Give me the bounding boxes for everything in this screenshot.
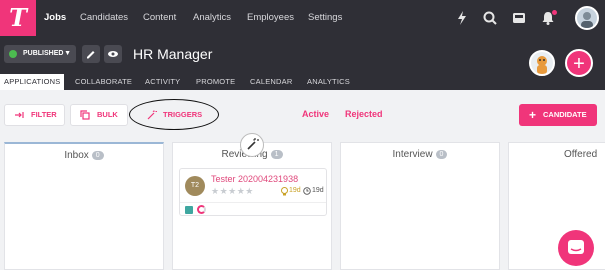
filter-arrow-icon bbox=[15, 112, 24, 118]
nav-jobs[interactable]: Jobs bbox=[44, 0, 66, 36]
tab-applications[interactable]: APPLICATIONS bbox=[0, 74, 65, 90]
tab-activity[interactable]: ACTIVITY bbox=[145, 74, 180, 90]
days-total: 19d bbox=[312, 187, 324, 194]
chat-button[interactable] bbox=[558, 230, 594, 266]
nav-candidates[interactable]: Candidates bbox=[80, 0, 128, 36]
fox-avatar-icon bbox=[537, 56, 547, 74]
candidate-avatar: T2 bbox=[185, 176, 205, 196]
add-collaborator-button[interactable]: + bbox=[565, 49, 593, 77]
filter-label: FILTER bbox=[31, 110, 57, 119]
edit-job-button[interactable] bbox=[82, 45, 100, 63]
candidate-label: CANDIDATE bbox=[543, 110, 587, 119]
collaborator-avatar[interactable] bbox=[529, 50, 555, 76]
active-filter-link[interactable]: Active bbox=[302, 109, 329, 119]
rejected-filter-link[interactable]: Rejected bbox=[345, 109, 383, 119]
nav-content[interactable]: Content bbox=[143, 0, 176, 36]
bolt-icon[interactable] bbox=[454, 10, 470, 26]
add-candidate-button[interactable]: + CANDIDATE bbox=[519, 104, 597, 126]
job-title: HR Manager bbox=[133, 46, 213, 62]
highlight-ellipse bbox=[129, 99, 219, 130]
inbox-icon[interactable] bbox=[511, 10, 527, 26]
column-interview[interactable]: Interview 0 bbox=[340, 142, 500, 270]
tab-promote[interactable]: PROMOTE bbox=[196, 74, 235, 90]
nav-settings[interactable]: Settings bbox=[308, 0, 342, 36]
column-title: Offered bbox=[564, 149, 598, 160]
column-header: Offered bbox=[564, 149, 597, 160]
chat-icon bbox=[568, 240, 584, 254]
nav-employees[interactable]: Employees bbox=[247, 0, 294, 36]
app-logo[interactable]: T bbox=[0, 0, 36, 36]
pencil-icon bbox=[87, 51, 95, 59]
status-dot-icon bbox=[9, 50, 17, 58]
user-avatar-icon bbox=[581, 12, 593, 28]
column-title: Inbox bbox=[64, 150, 89, 161]
bulk-label: BULK bbox=[97, 110, 118, 119]
eye-icon bbox=[108, 51, 118, 57]
plus-icon: + bbox=[529, 108, 537, 122]
progress-ring-icon bbox=[197, 205, 206, 214]
chevron-down-icon: ▼ bbox=[64, 50, 71, 57]
count-badge: 0 bbox=[91, 151, 104, 160]
magic-wand-icon bbox=[247, 138, 259, 150]
tab-analytics[interactable]: ANALYTICS bbox=[307, 74, 350, 90]
bulk-button[interactable]: BULK bbox=[70, 104, 128, 126]
nav-analytics[interactable]: Analytics bbox=[193, 0, 231, 36]
candidate-name[interactable]: Tester 202004231938 bbox=[211, 174, 298, 184]
clock-icon bbox=[303, 187, 311, 195]
stage-trigger-button[interactable] bbox=[240, 133, 264, 157]
column-header: Inbox 0 bbox=[5, 150, 163, 161]
count-badge: 1 bbox=[270, 150, 283, 159]
column-inbox[interactable]: Inbox 0 bbox=[4, 142, 164, 270]
candidate-card[interactable]: T2 Tester 202004231938 ★★★★★ 19d 19d bbox=[179, 168, 327, 216]
notification-dot bbox=[552, 10, 557, 15]
count-badge: 0 bbox=[435, 150, 448, 159]
publish-status-label: PUBLISHED bbox=[23, 50, 64, 57]
copy-icon bbox=[80, 110, 90, 120]
publish-status-dropdown[interactable]: PUBLISHED ▼ bbox=[4, 45, 76, 63]
person-tag-icon bbox=[185, 206, 193, 214]
column-title: Interview bbox=[392, 149, 433, 160]
filter-button[interactable]: FILTER bbox=[4, 104, 65, 126]
card-footer bbox=[180, 202, 326, 216]
lightbulb-icon bbox=[281, 187, 288, 196]
tab-collaborate[interactable]: COLLABORATE bbox=[75, 74, 132, 90]
days-in-stage: 19d bbox=[289, 187, 301, 194]
rating-stars[interactable]: ★★★★★ bbox=[211, 186, 254, 197]
tab-calendar[interactable]: CALENDAR bbox=[250, 74, 292, 90]
column-header: Interview 0 bbox=[341, 149, 499, 160]
preview-job-button[interactable] bbox=[104, 45, 122, 63]
search-icon[interactable] bbox=[482, 10, 498, 26]
user-avatar[interactable] bbox=[575, 6, 599, 30]
